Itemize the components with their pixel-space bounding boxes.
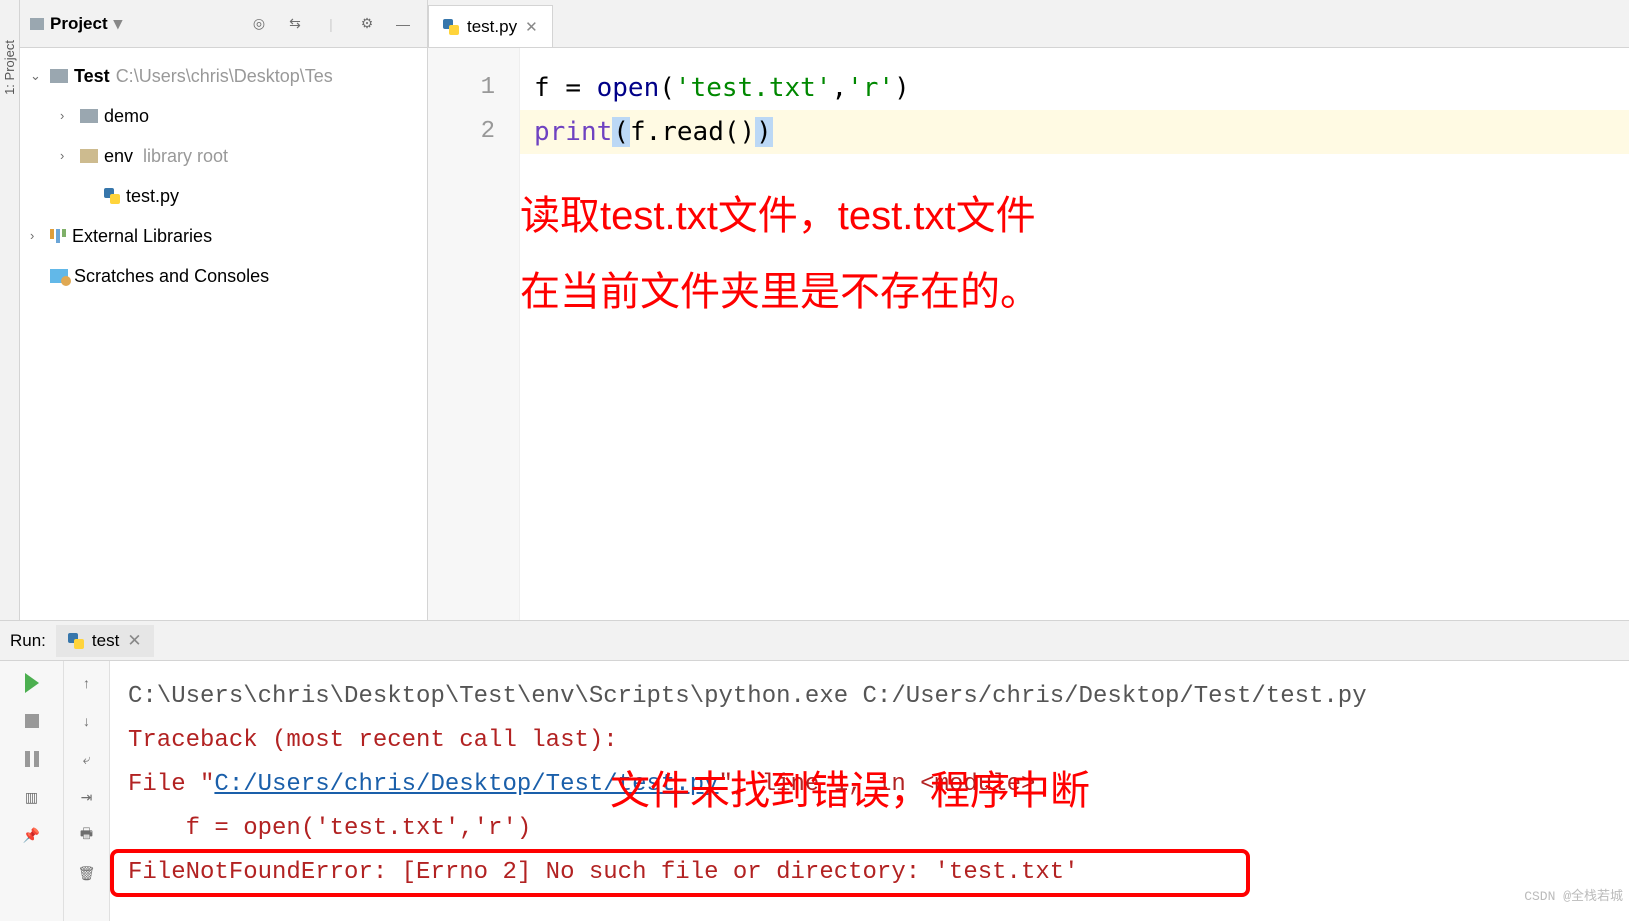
close-icon[interactable]: ✕ [525, 18, 538, 36]
code-line-1[interactable]: f = open('test.txt','r') [534, 66, 1615, 110]
annotation-text: 读取test.txt文件，test.txt文件 [520, 178, 1040, 254]
tree-item-env[interactable]: › env library root [24, 136, 427, 176]
tree-item-scratches[interactable]: Scratches and Consoles [24, 256, 427, 296]
divider-icon: | [317, 10, 345, 38]
down-button[interactable]: ↓ [75, 709, 99, 733]
watermark: CSDN @全栈若城 [1524, 875, 1623, 919]
error-annotation: 文件未找到错误，程序中断 [610, 769, 1090, 813]
traceback-source: f = open('test.txt','r') [128, 807, 1611, 851]
item-hint: library root [143, 138, 228, 174]
tab-label: test.py [467, 17, 517, 37]
root-path: C:\Users\chris\Desktop\Tes [116, 58, 333, 94]
run-toolbar-right: ↑ ↓ ⤶ ⇥ 🖶 🗑 [64, 661, 110, 921]
chevron-right-icon[interactable]: › [60, 103, 74, 129]
annotation-overlay: 读取test.txt文件，test.txt文件 在当前文件夹里是不存在的。 [520, 178, 1040, 330]
python-file-icon [104, 188, 120, 204]
run-label: Run: [10, 631, 46, 651]
python-file-icon [68, 633, 84, 649]
editor-tab-bar: test.py ✕ [428, 0, 1629, 48]
project-tool-tab[interactable]: 1: Project [2, 40, 17, 95]
gear-icon[interactable]: ⚙ [353, 10, 381, 38]
line-number: 1 [428, 66, 495, 110]
tree-item-testpy[interactable]: test.py [24, 176, 427, 216]
item-label: demo [104, 98, 149, 134]
up-button[interactable]: ↑ [75, 671, 99, 695]
folder-icon [80, 109, 98, 123]
run-tab-label: test [92, 631, 119, 651]
project-header: Project ▾ ◎ ⇆ | ⚙ — [20, 0, 427, 48]
project-tree[interactable]: ⌄ Test C:\Users\chris\Desktop\Tes › demo… [20, 48, 427, 304]
item-label: External Libraries [72, 218, 212, 254]
tree-item-demo[interactable]: › demo [24, 96, 427, 136]
tool-window-bar[interactable]: 1: Project [0, 0, 20, 620]
layout-button[interactable]: ▥ [20, 785, 44, 809]
code-area[interactable]: f = open('test.txt','r') print(f.read())… [520, 48, 1629, 620]
python-file-icon [443, 19, 459, 35]
run-header: Run: test ✕ [0, 621, 1629, 661]
run-tab[interactable]: test ✕ [56, 625, 154, 657]
item-label: Scratches and Consoles [74, 258, 269, 294]
code-line-2[interactable]: print(f.read()) [534, 110, 1615, 154]
chevron-down-icon[interactable]: ⌄ [30, 63, 44, 89]
item-label: test.py [126, 178, 179, 214]
library-icon [50, 229, 66, 243]
line-number: 2 [428, 110, 495, 154]
chevron-down-icon: ▾ [114, 14, 123, 34]
root-name: Test [74, 58, 110, 94]
editor-body[interactable]: 1 2 f = open('test.txt','r') print(f.rea… [428, 48, 1629, 620]
close-icon[interactable]: ✕ [127, 631, 141, 651]
folder-icon [80, 149, 98, 163]
print-button[interactable]: 🖶 [75, 823, 99, 847]
project-icon [30, 18, 44, 30]
annotation-text: 在当前文件夹里是不存在的。 [520, 254, 1040, 330]
scratches-icon [50, 269, 68, 283]
stop-button[interactable] [20, 709, 44, 733]
run-panel: Run: test ✕ ▥ 📌 ↑ ↓ ⤶ ⇥ 🖶 🗑 C:\Users\chr… [0, 620, 1629, 921]
tree-root[interactable]: ⌄ Test C:\Users\chris\Desktop\Tes [24, 56, 427, 96]
wrap-button[interactable]: ⤶ [75, 747, 99, 771]
hide-icon[interactable]: — [389, 10, 417, 38]
rerun-button[interactable] [20, 671, 44, 695]
folder-icon [50, 69, 68, 83]
trash-button[interactable]: 🗑 [75, 861, 99, 885]
command-line: C:\Users\chris\Desktop\Test\env\Scripts\… [128, 675, 1611, 719]
chevron-right-icon[interactable]: › [30, 223, 44, 249]
editor-tab[interactable]: test.py ✕ [428, 5, 553, 47]
console-output[interactable]: C:\Users\chris\Desktop\Test\env\Scripts\… [110, 661, 1629, 921]
locate-icon[interactable]: ◎ [245, 10, 273, 38]
pin-button[interactable]: 📌 [20, 823, 44, 847]
traceback-head: Traceback (most recent call last): [128, 719, 1611, 763]
run-toolbar-left: ▥ 📌 [0, 661, 64, 921]
expand-all-icon[interactable]: ⇆ [281, 10, 309, 38]
item-label: env [104, 138, 133, 174]
scroll-button[interactable]: ⇥ [75, 785, 99, 809]
project-selector[interactable]: Project ▾ [30, 14, 122, 34]
error-line: FileNotFoundError: [Errno 2] No such fil… [128, 851, 1611, 895]
editor-area: test.py ✕ 1 2 f = open('test.txt','r') p… [428, 0, 1629, 620]
line-gutter: 1 2 [428, 48, 520, 620]
project-title: Project [50, 14, 108, 34]
pause-button[interactable] [20, 747, 44, 771]
tree-item-ext-libs[interactable]: › External Libraries [24, 216, 427, 256]
chevron-right-icon[interactable]: › [60, 143, 74, 169]
project-panel: Project ▾ ◎ ⇆ | ⚙ — ⌄ Test C:\Users\chri… [20, 0, 428, 620]
